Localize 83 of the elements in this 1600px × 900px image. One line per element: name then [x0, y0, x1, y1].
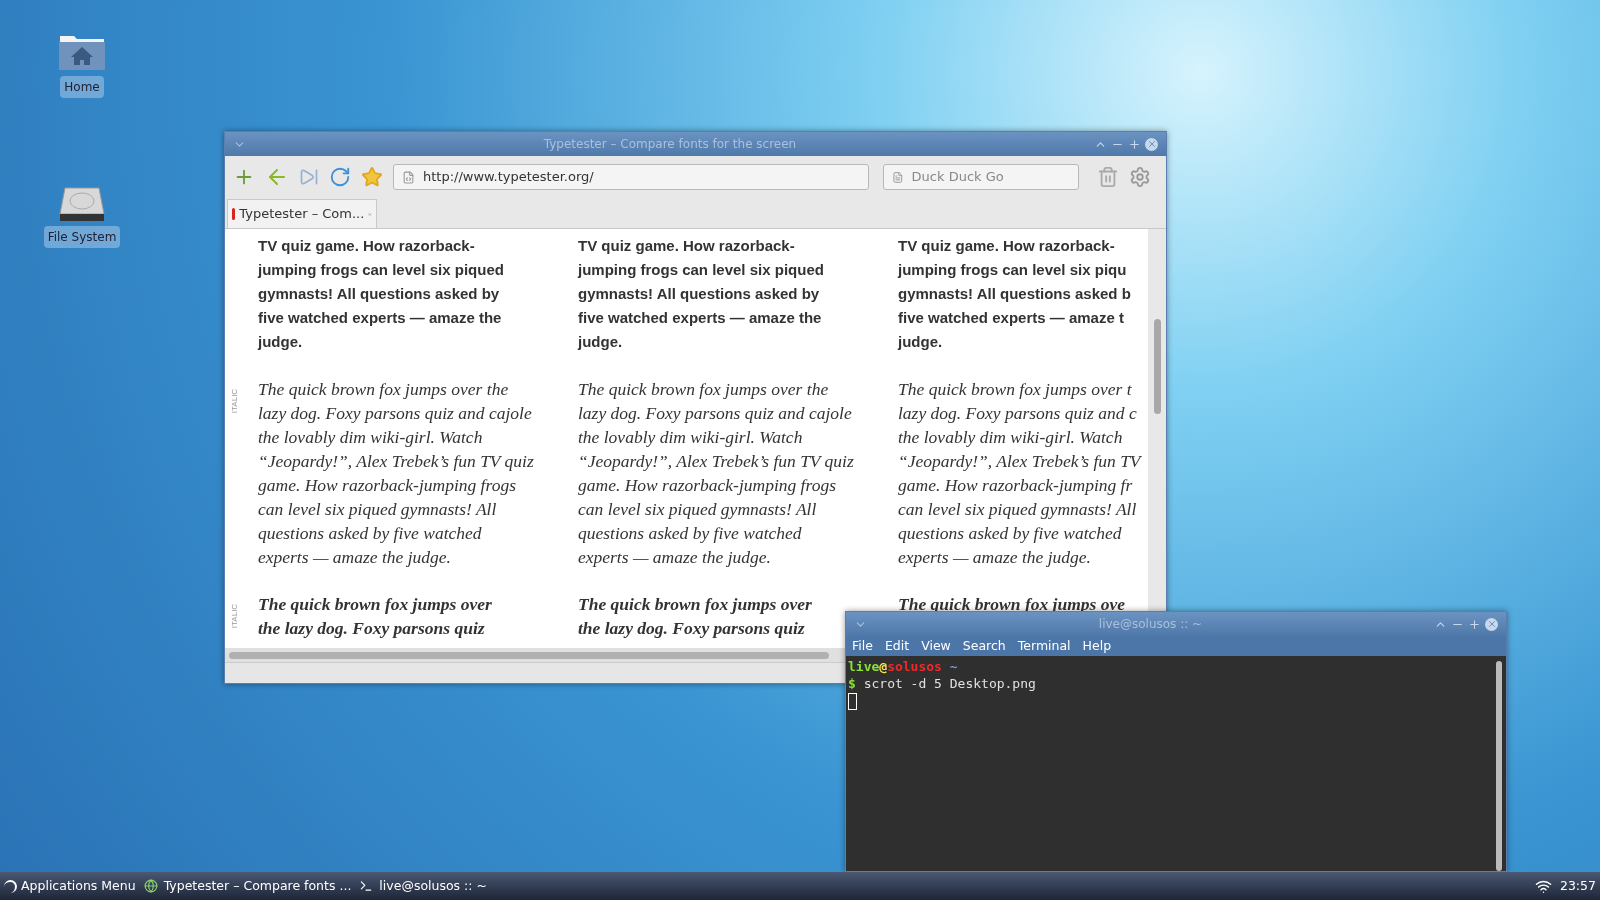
sample-text-line: questions asked by five watched — [578, 522, 802, 545]
sample-text-line: can level six piqued gymnasts! All — [258, 498, 497, 521]
sample-text-line: experts — amaze the judge. — [258, 546, 451, 569]
sample-text-line: judge. — [258, 332, 303, 352]
menu-item[interactable]: View — [921, 636, 951, 656]
window-title: Typetester – Compare fonts for the screen — [542, 136, 798, 153]
menu-item[interactable]: File — [852, 636, 873, 656]
terminal-icon — [359, 879, 374, 893]
hard-drive-icon[interactable] — [59, 186, 105, 222]
sample-text-line: TV quiz game. How razorback- — [578, 236, 795, 256]
sample-text-line: jumping frogs can level six piqu — [898, 260, 1127, 280]
reload-icon[interactable] — [329, 166, 351, 188]
sample-text-line: can level six piqued gymnasts! All — [898, 498, 1137, 521]
sample-text-line: five watched experts — amaze the — [258, 308, 502, 328]
menu-item[interactable]: Edit — [884, 636, 910, 656]
style-side-label: ITALIC — [229, 388, 241, 414]
sample-text-line: The quick brown fox jumps over — [578, 593, 812, 616]
sample-text-line: five watched experts — amaze t — [898, 308, 1124, 328]
sample-text-line: the lovably dim wiki-girl. Watch — [578, 426, 803, 449]
search-field[interactable]: Duck Duck Go — [883, 164, 1079, 190]
menu-item[interactable]: Terminal — [1017, 636, 1071, 656]
taskbar-task[interactable]: live@solusos :: ~ — [359, 876, 487, 896]
terminal-cursor — [848, 693, 857, 710]
sample-text-line: The quick brown fox jumps over the — [578, 378, 829, 401]
sample-text-line: “Jeopardy!”, Alex Trebek’s fun TV — [898, 450, 1141, 473]
sample-text-line: gymnasts! All questions asked b — [898, 284, 1131, 304]
sample-text-line: lazy dog. Foxy parsons quiz and cajole — [258, 402, 532, 425]
style-side-label: ITALIC — [229, 603, 241, 629]
sample-text-line: the lazy dog. Foxy parsons quiz — [578, 617, 805, 640]
sample-text-line: game. How razorback-jumping frogs — [578, 474, 836, 497]
sample-text-line: gymnasts! All questions asked by — [258, 284, 500, 304]
sample-text-line: The quick brown fox jumps over t — [898, 378, 1132, 401]
sample-text-line: judge. — [898, 332, 943, 352]
sample-text-line: experts — amaze the judge. — [578, 546, 771, 569]
sample-text-line: five watched experts — amaze the — [578, 308, 822, 328]
desktop-icon-label[interactable]: Home — [60, 76, 104, 98]
sample-text-line: gymnasts! All questions asked by — [578, 284, 820, 304]
sample-text-line: questions asked by five watched — [258, 522, 482, 545]
sample-text-line: “Jeopardy!”, Alex Trebek’s fun TV quiz — [578, 450, 854, 473]
bookmark-star-icon[interactable] — [361, 166, 383, 188]
trash-icon[interactable] — [1097, 166, 1119, 188]
sample-text-line: the lovably dim wiki-girl. Watch — [898, 426, 1123, 449]
skip-forward-icon[interactable] — [299, 167, 319, 187]
browser-icon — [143, 879, 158, 893]
desktop-icon-label[interactable]: File System — [43, 226, 121, 248]
sample-text-line: TV quiz game. How razorback- — [898, 236, 1115, 256]
sample-text-line: can level six piqued gymnasts! All — [578, 498, 817, 521]
sample-text-line: game. How razorback-jumping frogs — [258, 474, 516, 497]
expand-icon[interactable] — [1128, 137, 1141, 151]
sample-text-line: jumping frogs can level six piqued — [258, 260, 504, 280]
terminal-prompt: live@solusos ~ — [848, 658, 958, 675]
sample-text-line: “Jeopardy!”, Alex Trebek’s fun TV quiz — [258, 450, 534, 473]
close-icon[interactable] — [1485, 617, 1498, 631]
sample-text-line: the lazy dog. Foxy parsons quiz — [258, 617, 485, 640]
horizontal-scrollbar-thumb[interactable] — [229, 651, 829, 659]
search-engine-icon — [892, 170, 904, 184]
sample-text-line: game. How razorback-jumping fr — [898, 474, 1133, 497]
taskbar-task[interactable]: Typetester – Compare fonts ... — [143, 876, 352, 896]
expand-icon[interactable] — [1468, 617, 1481, 631]
sample-text-line: lazy dog. Foxy parsons quiz and cajole — [578, 402, 852, 425]
sample-text-line: experts — amaze the judge. — [898, 546, 1091, 569]
address-field[interactable]: http://www.typetester.org/ — [393, 164, 869, 190]
window-title: live@solusos :: ~ — [1097, 616, 1204, 633]
sample-text-line: The quick brown fox jumps over the — [258, 378, 509, 401]
menu-item[interactable]: Search — [962, 636, 1006, 656]
settings-icon[interactable] — [1129, 166, 1151, 188]
sample-text-line: questions asked by five watched — [898, 522, 1122, 545]
browser-tab[interactable]: Typetester – Com... — [227, 199, 377, 228]
vertical-scrollbar-thumb[interactable] — [1153, 319, 1161, 414]
sample-text-line: jumping frogs can level six piqued — [578, 260, 824, 280]
close-icon[interactable] — [1145, 137, 1158, 151]
menu-item[interactable]: Help — [1082, 636, 1112, 656]
applications-menu-button[interactable]: Applications Menu — [4, 876, 136, 896]
sample-text-line: The quick brown fox jumps over — [258, 593, 492, 616]
vertical-scrollbar-thumb[interactable] — [1496, 661, 1502, 871]
clock[interactable]: 23:57 — [1559, 876, 1596, 896]
sample-text-line: judge. — [578, 332, 623, 352]
page-icon — [402, 170, 415, 184]
sample-text-line: TV quiz game. How razorback- — [258, 236, 475, 256]
sample-text-line: the lovably dim wiki-girl. Watch — [258, 426, 483, 449]
search-input[interactable]: Duck Duck Go — [911, 167, 1070, 187]
sample-text-line: lazy dog. Foxy parsons quiz and c — [898, 402, 1137, 425]
terminal-command: $ scrot -d 5 Desktop.png — [848, 675, 1036, 692]
